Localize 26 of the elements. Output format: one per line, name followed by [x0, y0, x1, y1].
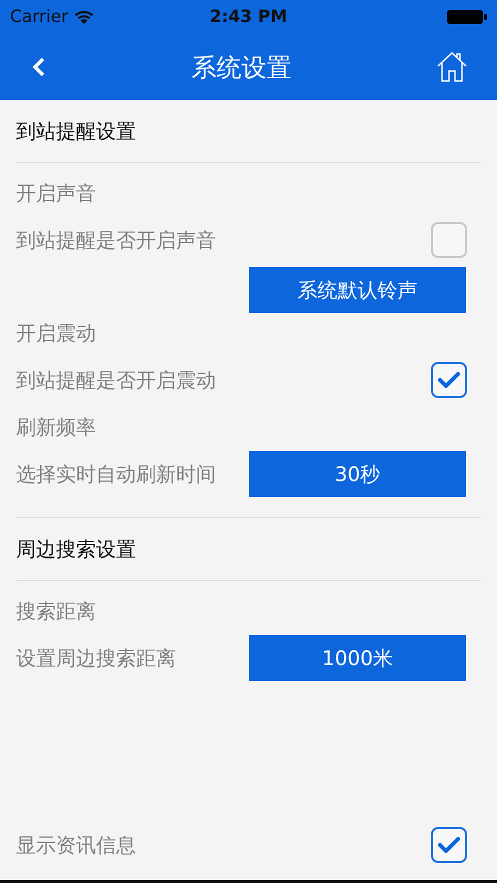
checkbox[interactable] [431, 362, 467, 398]
setting-heading: 开启声音 [16, 180, 97, 206]
setting-heading: 刷新频率 [16, 414, 97, 440]
wifi-icon [74, 10, 94, 24]
value-button[interactable]: 1000米 [249, 635, 466, 681]
checkmark-icon [437, 370, 461, 390]
back-icon[interactable] [32, 56, 46, 78]
battery-icon [447, 9, 487, 25]
checkbox[interactable] [431, 222, 467, 258]
carrier-label: Carrier [10, 7, 68, 27]
checkbox[interactable] [431, 827, 467, 863]
checkmark-icon [437, 835, 461, 855]
setting-heading: 开启震动 [16, 320, 97, 346]
nav-title: 系统设置 [192, 52, 292, 84]
section-title: 到站提醒设置 [16, 118, 137, 144]
section-title: 周边搜索设置 [16, 536, 137, 562]
setting-label: 到站提醒是否开启声音 [16, 226, 216, 254]
value-button[interactable]: 30秒 [249, 451, 466, 497]
ringtone-button[interactable]: 系统默认铃声 [249, 267, 466, 313]
setting-label: 设置周边搜索距离 [16, 644, 176, 672]
clock: 2:43 PM [210, 7, 288, 27]
home-icon[interactable] [437, 52, 467, 82]
setting-heading: 搜索距离 [16, 598, 97, 624]
setting-label: 到站提醒是否开启震动 [16, 366, 216, 394]
setting-label: 选择实时自动刷新时间 [16, 460, 216, 488]
setting-label: 显示资讯信息 [16, 832, 136, 858]
